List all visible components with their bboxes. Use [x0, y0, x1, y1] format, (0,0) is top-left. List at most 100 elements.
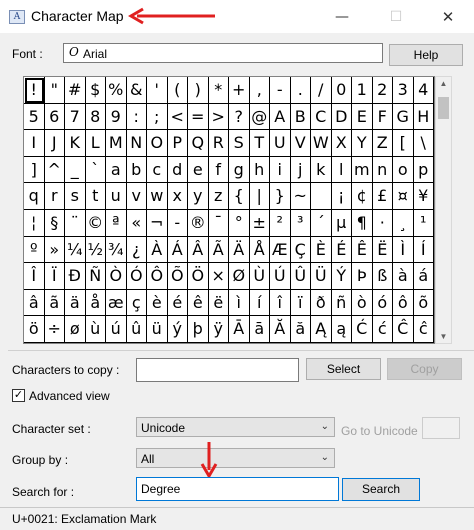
character-cell[interactable]: ð — [311, 289, 332, 317]
character-cell[interactable]: C — [311, 103, 332, 131]
character-cell[interactable]: ¿ — [126, 236, 147, 264]
character-cell[interactable]: f — [208, 156, 229, 184]
advanced-view-label[interactable]: Advanced view — [29, 389, 110, 403]
character-cell[interactable]: n — [372, 156, 393, 184]
character-cell[interactable]: ) — [188, 77, 209, 104]
character-cell[interactable]: y — [188, 183, 209, 210]
character-cell[interactable]: Ć — [352, 316, 373, 343]
character-cell[interactable]: þ — [188, 316, 209, 343]
character-cell[interactable]: É — [331, 236, 352, 264]
character-cell[interactable]: ¾ — [106, 236, 127, 264]
character-cell[interactable]: 8 — [85, 103, 106, 131]
character-cell[interactable]: : — [126, 103, 147, 131]
character-cell[interactable]: È — [311, 236, 332, 264]
character-cell[interactable]: ¶ — [352, 209, 373, 237]
search-input[interactable]: Degree — [136, 477, 339, 501]
character-cell[interactable]: R — [208, 130, 229, 157]
character-cell[interactable]: ć — [372, 316, 393, 343]
character-cell[interactable]: t — [85, 183, 106, 210]
character-cell[interactable]: ² — [270, 209, 291, 237]
character-cell[interactable]: ! — [24, 77, 45, 104]
character-cell[interactable]: 5 — [24, 103, 45, 131]
character-cell[interactable]: ½ — [85, 236, 106, 264]
character-cell[interactable]: S — [229, 130, 250, 157]
character-cell[interactable]: Ä — [229, 236, 250, 264]
character-cell[interactable]: ³ — [290, 209, 311, 237]
character-cell[interactable]: Z — [372, 130, 393, 157]
character-cell[interactable]: - — [270, 77, 291, 104]
character-cell[interactable]: Y — [352, 130, 373, 157]
character-cell[interactable]: = — [188, 103, 209, 131]
maximize-button[interactable]: ☐ — [376, 4, 416, 30]
character-cell[interactable]: ± — [249, 209, 270, 237]
character-cell[interactable]: Ï — [44, 263, 65, 290]
character-cell[interactable]: û — [126, 316, 147, 343]
character-cell[interactable]: ù — [85, 316, 106, 343]
character-cell[interactable]: D — [331, 103, 352, 131]
character-cell[interactable]: } — [270, 183, 291, 210]
character-cell[interactable]: a — [106, 156, 127, 184]
character-cell[interactable]: d — [167, 156, 188, 184]
character-cell[interactable]: ç — [126, 289, 147, 317]
character-cell[interactable]: ò — [352, 289, 373, 317]
select-button[interactable]: Select — [306, 358, 381, 380]
character-cell[interactable]: ë — [208, 289, 229, 317]
character-cell[interactable]: « — [126, 209, 147, 237]
character-cell[interactable]: ä — [65, 289, 86, 317]
character-cell[interactable]: p — [413, 156, 434, 184]
character-cell[interactable]: ø — [65, 316, 86, 343]
character-cell[interactable]: o — [393, 156, 414, 184]
character-cell[interactable]: _ — [65, 156, 86, 184]
character-cell[interactable]: . — [290, 77, 311, 104]
characters-to-copy-input[interactable] — [136, 358, 299, 382]
character-cell[interactable]: i — [270, 156, 291, 184]
character-cell[interactable]: ¡ — [331, 183, 352, 210]
character-cell[interactable]: W — [311, 130, 332, 157]
character-cell[interactable]: L — [85, 130, 106, 157]
character-cell[interactable]: Æ — [270, 236, 291, 264]
character-cell[interactable]: G — [393, 103, 414, 131]
character-cell[interactable]: ¯ — [208, 209, 229, 237]
character-cell[interactable]: ß — [372, 263, 393, 290]
character-cell[interactable]: Û — [290, 263, 311, 290]
character-cell[interactable]: Ð — [65, 263, 86, 290]
character-cell[interactable]: 9 — [106, 103, 127, 131]
character-cell[interactable]: ª — [106, 209, 127, 237]
character-cell[interactable]: À — [147, 236, 168, 264]
character-cell[interactable]: 3 — [393, 77, 414, 104]
character-cell[interactable]: ( — [167, 77, 188, 104]
character-cell[interactable]: Þ — [352, 263, 373, 290]
character-cell[interactable]: ´ — [311, 209, 332, 237]
character-cell[interactable]: Í — [413, 236, 434, 264]
character-cell[interactable]: Ñ — [85, 263, 106, 290]
character-cell[interactable]: 7 — [65, 103, 86, 131]
character-cell[interactable]: Ú — [270, 263, 291, 290]
character-cell[interactable]: Ĉ — [393, 316, 414, 343]
character-cell[interactable]: ¸ — [393, 209, 414, 237]
character-cell[interactable]: V — [290, 130, 311, 157]
character-cell[interactable]: c — [147, 156, 168, 184]
character-cell[interactable]: Ç — [290, 236, 311, 264]
character-cell[interactable]: { — [229, 183, 250, 210]
character-cell[interactable]: ý — [167, 316, 188, 343]
character-cell[interactable]: ? — [229, 103, 250, 131]
character-cell[interactable]: Q — [188, 130, 209, 157]
character-cell[interactable]: Õ — [167, 263, 188, 290]
character-cell[interactable]: ā — [249, 316, 270, 343]
character-cell[interactable]: j — [290, 156, 311, 184]
character-cell[interactable]: l — [331, 156, 352, 184]
font-dropdown[interactable]: O Arial — [63, 43, 383, 63]
character-cell[interactable]: Ó — [126, 263, 147, 290]
character-cell[interactable]: B — [290, 103, 311, 131]
character-cell[interactable]: ì — [229, 289, 250, 317]
character-cell[interactable]: ¥ — [413, 183, 434, 210]
character-cell[interactable]: ° — [229, 209, 250, 237]
character-cell[interactable]: X — [331, 130, 352, 157]
character-cell[interactable]: é — [167, 289, 188, 317]
character-cell[interactable]: > — [208, 103, 229, 131]
character-cell[interactable]: 2 — [372, 77, 393, 104]
character-cell[interactable]: Â — [188, 236, 209, 264]
character-cell[interactable] — [311, 183, 332, 210]
character-cell[interactable]: & — [126, 77, 147, 104]
character-cell[interactable]: ñ — [331, 289, 352, 317]
